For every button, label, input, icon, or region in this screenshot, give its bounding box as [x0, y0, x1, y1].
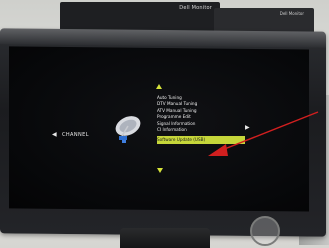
- scroll-down-icon: [157, 168, 163, 173]
- right-arrow-icon: ▶: [245, 124, 250, 131]
- tv-stand: [120, 228, 210, 248]
- menu-item-selected[interactable]: Software Update (USB): [157, 136, 245, 145]
- satellite-dish-icon: [115, 116, 141, 143]
- menu-item-ci-information[interactable]: CI Information: [157, 127, 247, 133]
- scroll-up-icon: [156, 84, 162, 89]
- left-arrow-icon: ◀: [52, 131, 57, 138]
- background-monitor-label: Dell Monitor: [179, 5, 212, 11]
- tuning-menu: Auto Tuning DTV Manual Tuning ATV Manual…: [157, 95, 247, 145]
- photo-scene: Dell Monitor Dell Monitor ◀ CHANNEL Auto…: [0, 0, 329, 248]
- plastic-wrap-shine: [0, 28, 326, 48]
- background-monitor-right-label: Dell Monitor: [279, 11, 304, 16]
- cable-ring: [250, 216, 280, 246]
- channel-label: CHANNEL: [62, 132, 89, 138]
